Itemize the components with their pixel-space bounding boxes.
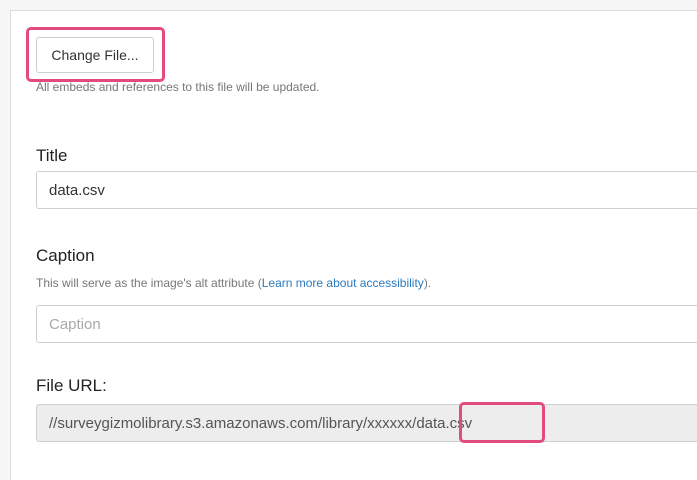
caption-hint: This will serve as the image's alt attri…	[36, 276, 431, 290]
change-file-button[interactable]: Change File...	[36, 37, 154, 73]
change-file-hint: All embeds and references to this file w…	[36, 80, 320, 94]
file-url-label: File URL:	[36, 376, 107, 395]
caption-label: Caption	[36, 246, 95, 265]
title-input[interactable]	[36, 171, 697, 209]
caption-input[interactable]	[36, 305, 697, 343]
accessibility-link[interactable]: Learn more about accessibility	[262, 276, 424, 290]
caption-hint-prefix: This will serve as the image's alt attri…	[36, 276, 262, 290]
file-url-input[interactable]	[36, 404, 697, 442]
title-label: Title	[36, 146, 68, 165]
caption-hint-suffix: ).	[423, 276, 432, 290]
